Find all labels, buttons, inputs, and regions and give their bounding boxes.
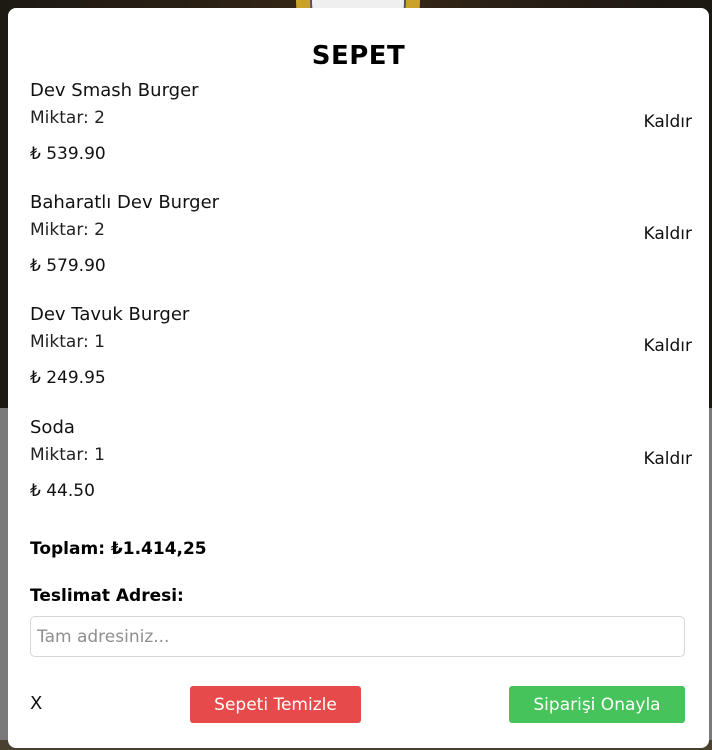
modal-title: SEPET xyxy=(311,41,406,71)
cart-total: Toplam: ₺1.414,25 xyxy=(30,539,207,559)
address-input[interactable] xyxy=(30,616,685,657)
cart-item: Baharatlı Dev Burger Miktar: 2 ₺ 579.90 … xyxy=(30,192,692,292)
item-price: ₺ 44.50 xyxy=(30,481,95,501)
item-quantity: Miktar: 2 xyxy=(30,108,105,128)
item-quantity: Miktar: 2 xyxy=(30,220,105,240)
remove-item-button[interactable]: Kaldır xyxy=(644,112,693,132)
confirm-order-button[interactable]: Siparişi Onayla xyxy=(509,686,685,723)
close-button[interactable]: X xyxy=(30,693,42,714)
item-price: ₺ 249.95 xyxy=(30,368,106,388)
address-label: Teslimat Adresi: xyxy=(30,586,184,606)
remove-item-button[interactable]: Kaldır xyxy=(644,336,693,356)
item-name: Dev Tavuk Burger xyxy=(30,304,190,325)
cart-modal: SEPET Dev Smash Burger Miktar: 2 ₺ 539.9… xyxy=(8,8,709,748)
cart-item: Dev Smash Burger Miktar: 2 ₺ 539.90 Kald… xyxy=(30,80,692,180)
item-name: Baharatlı Dev Burger xyxy=(30,192,220,213)
item-name: Dev Smash Burger xyxy=(30,80,199,101)
clear-cart-button[interactable]: Sepeti Temizle xyxy=(190,686,361,723)
item-quantity: Miktar: 1 xyxy=(30,332,105,352)
item-name: Soda xyxy=(30,417,75,438)
cart-item: Dev Tavuk Burger Miktar: 1 ₺ 249.95 Kald… xyxy=(30,304,692,404)
remove-item-button[interactable]: Kaldır xyxy=(644,449,693,469)
item-price: ₺ 579.90 xyxy=(30,256,106,276)
cart-item: Soda Miktar: 1 ₺ 44.50 Kaldır xyxy=(30,417,692,517)
item-price: ₺ 539.90 xyxy=(30,144,106,164)
remove-item-button[interactable]: Kaldır xyxy=(644,224,693,244)
item-quantity: Miktar: 1 xyxy=(30,445,105,465)
